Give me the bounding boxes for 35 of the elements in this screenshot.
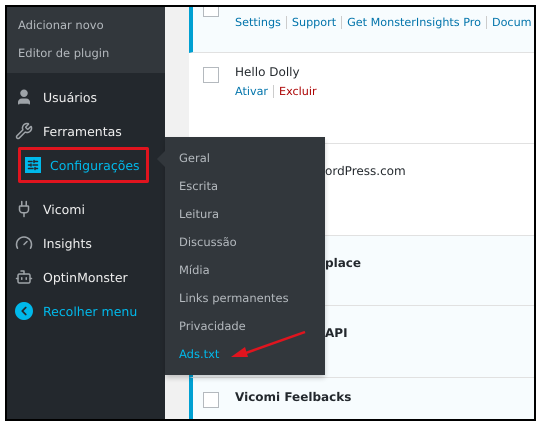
submenu-item[interactable]: Editor de plugin: [7, 39, 165, 67]
flyout-item[interactable]: Escrita: [165, 172, 325, 200]
flyout-item[interactable]: Privacidade: [165, 312, 325, 340]
settings-icon: [25, 157, 41, 173]
collapse-menu-link[interactable]: Recolher menu: [7, 294, 165, 328]
submenu-item[interactable]: Adicionar novo: [7, 11, 165, 39]
user-icon: [15, 88, 33, 106]
action-link[interactable]: Settings: [235, 16, 281, 29]
plugin-name: ordPress.com: [325, 164, 406, 178]
collapse-icon: [15, 302, 33, 320]
flyout-item[interactable]: Links permanentes: [165, 284, 325, 312]
menu-item[interactable]: Ferramentas: [7, 114, 165, 148]
plugin-name: place: [325, 256, 362, 270]
menu-item[interactable]: Insights: [7, 226, 165, 260]
menu-item[interactable]: Usuários: [7, 80, 165, 114]
flyout-item[interactable]: Discussão: [165, 228, 325, 256]
gauge-icon: [15, 234, 33, 252]
action-link[interactable]: Get MonsterInsights Pro: [347, 16, 481, 29]
wrench-icon: [15, 122, 33, 140]
delete-link[interactable]: Excluir: [279, 85, 317, 98]
menu-item[interactable]: OptinMonster: [7, 260, 165, 294]
plugin-name: Vicomi Feelbacks: [235, 390, 352, 404]
flyout-item[interactable]: Mídia: [165, 256, 325, 284]
flyout-item[interactable]: Ads.txt: [165, 340, 325, 368]
action-link[interactable]: Support: [292, 16, 336, 29]
flyout-item[interactable]: Geral: [165, 144, 325, 172]
plugin-name: API: [325, 326, 348, 340]
plugin-checkbox[interactable]: [203, 67, 219, 83]
plugin-name: Hello Dolly: [235, 65, 301, 79]
flyout-item[interactable]: Leitura: [165, 200, 325, 228]
robot-icon: [15, 268, 33, 286]
action-link[interactable]: Ativar: [235, 85, 268, 98]
plugin-checkbox[interactable]: [203, 392, 219, 408]
menu-item[interactable]: Vicomi: [7, 192, 165, 226]
action-link[interactable]: Docum: [492, 16, 532, 29]
